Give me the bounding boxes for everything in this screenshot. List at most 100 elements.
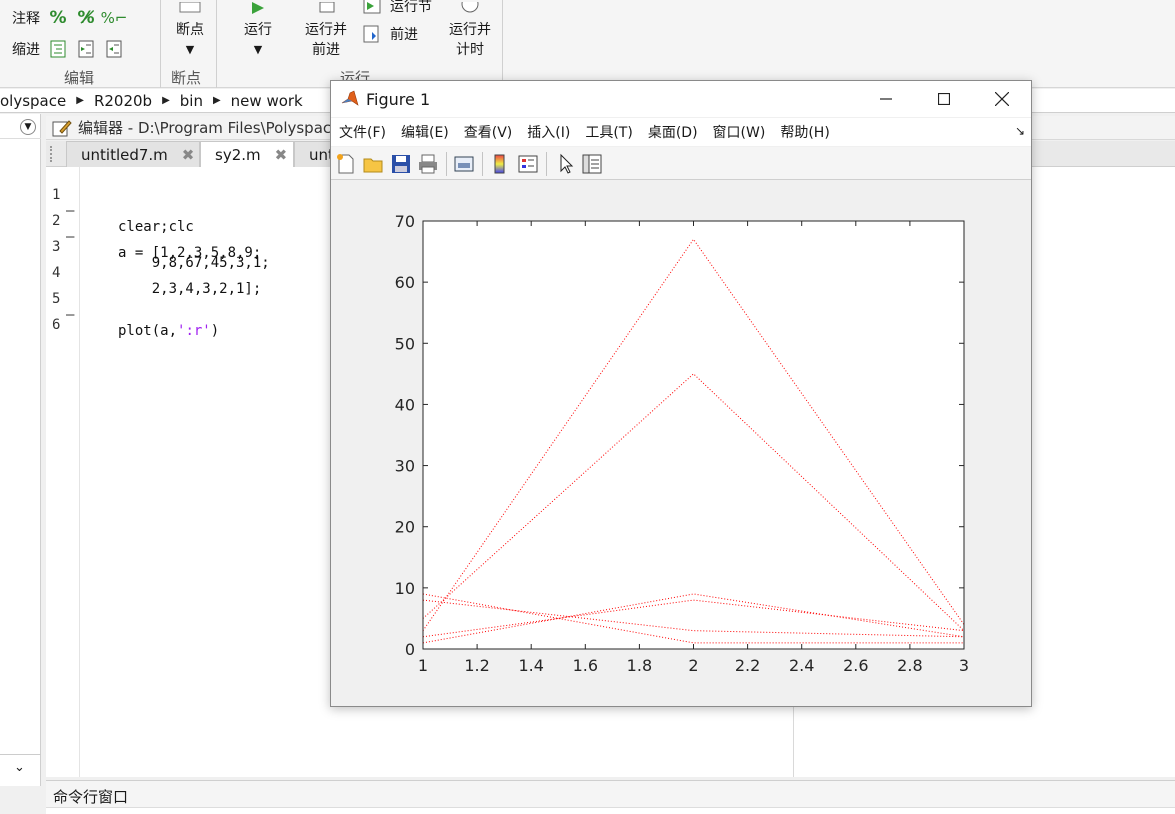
- breadcrumb-bin[interactable]: bin: [180, 92, 203, 110]
- colorbar-icon[interactable]: [489, 153, 511, 175]
- menu-tools[interactable]: 工具(T): [585, 122, 632, 142]
- editor-pencil-icon: [52, 119, 72, 136]
- breadcrumb-arrow-icon: ▶: [212, 95, 221, 106]
- x-tick-label: 2.2: [735, 656, 760, 675]
- close-window-button[interactable]: [973, 81, 1031, 117]
- y-tick-label: 40: [395, 395, 415, 414]
- x-tick-label: 1.2: [464, 656, 489, 675]
- command-window: 命令行窗口: [46, 780, 1175, 814]
- legend-icon[interactable]: [517, 153, 539, 175]
- run-advance-label-2: 前进: [312, 42, 340, 58]
- menu-insert[interactable]: 插入(I): [527, 122, 570, 142]
- advance-label: 前进: [390, 27, 418, 43]
- advance-button[interactable]: 前进: [362, 24, 418, 44]
- menu-view[interactable]: 查看(V): [464, 122, 513, 142]
- tab-label: untitled7.m: [81, 145, 168, 164]
- breadcrumb-r2020b[interactable]: R2020b: [94, 92, 152, 110]
- code-string: ':r': [177, 323, 211, 339]
- breakpoint-button[interactable]: 断点 ▼: [168, 0, 212, 60]
- tab-untitled7[interactable]: untitled7.m ✖: [66, 141, 200, 167]
- x-tick-label: 1.8: [627, 656, 652, 675]
- new-figure-icon[interactable]: [335, 153, 357, 175]
- comment-label: 注释: [12, 11, 40, 27]
- minimize-button[interactable]: [857, 81, 915, 117]
- breakpoint-dropdown-icon: ▼: [185, 43, 195, 56]
- x-tick-label: 2.6: [843, 656, 868, 675]
- y-tick-label: 50: [395, 334, 415, 353]
- breadcrumb-polyspace[interactable]: olyspace: [0, 92, 66, 110]
- comment-percent-icon[interactable]: %: [48, 8, 68, 28]
- uncomment-icon[interactable]: %̸: [76, 8, 96, 28]
- increase-indent-icon[interactable]: [76, 39, 96, 59]
- code-line[interactable]: 5 — plot(a,':r'): [46, 275, 219, 339]
- tab-scroll-handle[interactable]: [50, 146, 54, 162]
- indent-row: 缩进: [12, 39, 124, 59]
- run-time-label-1: 运行并: [449, 22, 491, 38]
- maximize-button[interactable]: [915, 81, 973, 117]
- menu-desktop[interactable]: 桌面(D): [648, 122, 698, 142]
- close-icon[interactable]: ✖: [275, 146, 288, 164]
- y-tick-label: 30: [395, 457, 415, 476]
- toolbar-separator: [446, 152, 447, 176]
- indent-label: 缩进: [12, 42, 40, 58]
- edit-plot-cursor-icon[interactable]: [555, 153, 577, 175]
- toolbar-separator: [482, 152, 483, 176]
- code-call: plot(a,: [118, 323, 178, 339]
- maximize-icon: [938, 93, 950, 105]
- run-section-label: 运行节: [390, 0, 432, 15]
- property-inspector-icon[interactable]: [581, 153, 603, 175]
- matlab-logo-icon: [341, 90, 359, 106]
- close-icon[interactable]: ✖: [182, 146, 195, 164]
- run-icon: [252, 2, 264, 14]
- run-time-icon: [461, 0, 479, 13]
- run-section-button[interactable]: 运行节: [362, 0, 432, 16]
- menu-help[interactable]: 帮助(H): [780, 122, 829, 142]
- y-tick-label: 10: [395, 579, 415, 598]
- ribbon: 注释 % %̸ %⌐ 缩进 编辑 断点 ▼ 断点 运行 ▼ 运行并 前进 运行节…: [0, 0, 1175, 88]
- code-text: 2,3,4,3,2,1];: [118, 281, 262, 297]
- panel-actions-icon[interactable]: ▼: [20, 119, 36, 135]
- link-plot-icon[interactable]: [453, 153, 475, 175]
- editor-title: 编辑器 - D:\Program Files\Polyspace: [78, 119, 341, 137]
- y-tick-label: 60: [395, 273, 415, 292]
- tab-sy2[interactable]: sy2.m ✖: [200, 141, 294, 167]
- breakpoint-label: 断点: [176, 22, 204, 38]
- code-line[interactable]: 3 9,8,67,45,3,1;: [46, 223, 270, 271]
- plot-area: 1 1.2 1.4 1.6 1.8 2 2.2 2.4 2.6 2.8 3 0 10 20 30 40 50 60…: [331, 181, 1031, 706]
- menu-edit[interactable]: 编辑(E): [401, 122, 449, 142]
- dock-arrow-icon[interactable]: ↘: [1015, 124, 1025, 138]
- wrap-comment-icon[interactable]: %⌐: [101, 8, 128, 28]
- breadcrumb-arrow-icon: ▶: [162, 95, 170, 106]
- x-tick-label: 1: [418, 656, 428, 675]
- menu-file[interactable]: 文件(F): [339, 122, 386, 142]
- code-line[interactable]: 1 — clear;clc: [46, 171, 194, 235]
- smart-indent-icon[interactable]: [48, 39, 68, 59]
- code-close: ): [210, 323, 220, 339]
- code-line[interactable]: 6: [46, 301, 80, 333]
- figure-titlebar[interactable]: Figure 1: [331, 81, 1031, 117]
- y-tick-label: 20: [395, 518, 415, 537]
- breadcrumb-new-work[interactable]: new work: [231, 92, 303, 110]
- axes-background: [423, 221, 964, 649]
- details-toggle-icon[interactable]: ⌄: [14, 760, 25, 775]
- menu-window[interactable]: 窗口(W): [713, 122, 766, 142]
- print-icon[interactable]: [417, 153, 439, 175]
- run-advance-label-1: 运行并: [305, 22, 347, 38]
- decrease-indent-icon[interactable]: [104, 39, 124, 59]
- run-and-time-button[interactable]: 运行并 计时: [444, 0, 496, 60]
- open-file-icon[interactable]: [362, 153, 384, 175]
- save-icon[interactable]: [390, 153, 412, 175]
- code-line[interactable]: 4 2,3,4,3,2,1];: [46, 249, 261, 297]
- line-chart[interactable]: 1 1.2 1.4 1.6 1.8 2 2.2 2.4 2.6 2.8 30102030405060…: [331, 181, 1031, 706]
- code-line[interactable]: 2 — a = [1,2,3,5,8,9;: [46, 197, 261, 261]
- x-tick-label: 2.8: [897, 656, 922, 675]
- current-folder-panel: ▼ ⌄: [0, 114, 41, 786]
- x-tick-label: 1.4: [518, 656, 543, 675]
- run-dropdown-icon: ▼: [253, 43, 263, 56]
- run-button[interactable]: 运行 ▼: [236, 0, 280, 60]
- figure-toolbar: [331, 147, 1031, 180]
- run-label: 运行: [244, 22, 272, 38]
- ribbon-separator: [216, 0, 217, 88]
- figure-menubar: 文件(F) 编辑(E) 查看(V) 插入(I) 工具(T) 桌面(D) 窗口(W…: [331, 118, 1031, 146]
- run-and-advance-button[interactable]: 运行并 前进: [300, 0, 352, 60]
